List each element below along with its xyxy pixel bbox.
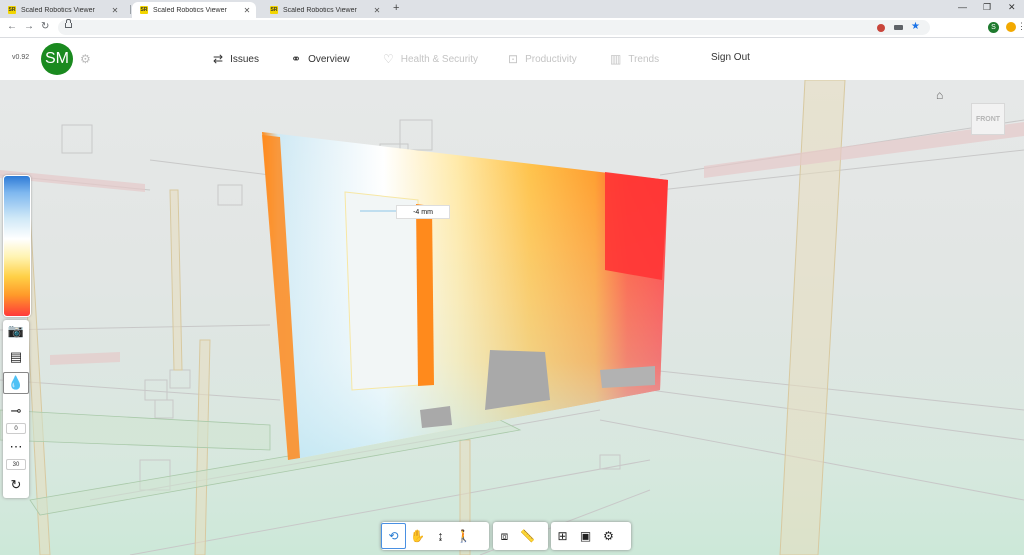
section-box-icon[interactable]: ⧈ <box>493 524 516 548</box>
navigation-toolbar: ⟲ ✋ ↨ 🚶 <box>381 522 489 550</box>
density-value[interactable]: 30 <box>6 459 26 470</box>
favicon-icon: SR <box>140 6 148 14</box>
close-window-button[interactable]: ✕ <box>1008 2 1016 13</box>
star-icon[interactable]: ★ <box>911 21 920 32</box>
forward-icon[interactable]: → <box>24 21 34 32</box>
browser-tab[interactable]: SR Scaled Robotics Viewer ✕ <box>262 2 386 18</box>
reload-icon[interactable]: ↻ <box>41 21 49 32</box>
nav-label: Issues <box>230 53 259 65</box>
address-bar[interactable]: ★ <box>58 19 930 35</box>
binoculars-icon: ⚭ <box>291 52 302 66</box>
deviation-measure-label[interactable]: -4 mm <box>396 205 450 219</box>
measure-toolbar: ⧈ 📏 <box>493 522 548 550</box>
left-toolbar: 📷 ▤ 💧 ⊸ 0 ⋯ 30 ↻ <box>3 320 29 498</box>
extension-icon[interactable] <box>1006 22 1016 32</box>
tab-title: Scaled Robotics Viewer <box>283 6 357 14</box>
camera-blocked-icon[interactable] <box>877 24 885 32</box>
version-label: v0.92 <box>12 54 30 61</box>
density-icon[interactable]: ⋯ <box>3 436 29 458</box>
trends-icon: ▥ <box>610 52 622 66</box>
nav-label: Sign Out <box>711 52 750 63</box>
point-size-value[interactable]: 0 <box>6 423 26 434</box>
nav-overview[interactable]: ⚭ Overview <box>291 52 350 66</box>
tab-title: Scaled Robotics Viewer <box>153 6 227 14</box>
scene-canvas <box>0 80 1024 555</box>
point-size-icon[interactable]: ⊸ <box>3 400 29 422</box>
issues-icon: ⇄ <box>213 52 224 66</box>
first-person-icon[interactable]: 🚶 <box>452 524 475 548</box>
browser-tab-active[interactable]: SR Scaled Robotics Viewer ✕ <box>132 2 256 18</box>
settings-toolbar: ⊞ ▣ ⚙ <box>551 522 631 550</box>
camera-icon[interactable]: 📷 <box>3 320 29 342</box>
dolly-icon[interactable]: ↨ <box>429 524 452 548</box>
model-tree-icon[interactable]: ⊞ <box>551 524 574 548</box>
profile-avatar[interactable]: S <box>988 22 999 33</box>
reset-icon[interactable]: ↻ <box>3 474 29 496</box>
ruler-icon[interactable]: 📏 <box>516 524 539 548</box>
tab-title: Scaled Robotics Viewer <box>21 6 95 14</box>
favicon-icon: SR <box>270 6 278 14</box>
productivity-icon: ⊡ <box>508 52 519 66</box>
nav-issues[interactable]: ⇄ Issues <box>213 52 259 66</box>
back-icon[interactable]: ← <box>7 21 17 32</box>
pan-hand-icon[interactable]: ✋ <box>406 524 429 548</box>
settings-gear-icon[interactable]: ⚙ <box>597 524 620 548</box>
close-tab-icon[interactable]: ✕ <box>372 6 382 15</box>
view-cube[interactable]: FRONT <box>971 103 1005 135</box>
nav-label: Trends <box>628 53 660 65</box>
deviation-toggle-icon[interactable]: 💧 <box>3 372 29 394</box>
heart-icon: ♡ <box>383 52 394 66</box>
properties-icon[interactable]: ▣ <box>574 524 597 548</box>
lock-icon <box>65 19 72 28</box>
minimize-button[interactable]: — <box>958 2 967 12</box>
app-header: v0.92 SM ⚙ ⇄ Issues ⚭ Overview ♡ Health … <box>0 38 1024 80</box>
key-icon[interactable] <box>894 25 903 30</box>
nav-health-security[interactable]: ♡ Health & Security <box>383 52 478 66</box>
close-tab-icon[interactable]: ✕ <box>242 6 252 15</box>
sign-out-link[interactable]: Sign Out <box>711 52 750 63</box>
nav-productivity[interactable]: ⊡ Productivity <box>508 52 577 66</box>
browser-tab[interactable]: SR Scaled Robotics Viewer ✕ <box>0 2 124 18</box>
browser-tab-bar: SR Scaled Robotics Viewer ✕ SR Scaled Ro… <box>0 0 1024 18</box>
browser-menu-icon[interactable]: ⋮ <box>1017 21 1024 32</box>
nav-label: Health & Security <box>400 53 479 65</box>
user-avatar[interactable]: SM <box>41 43 73 75</box>
favicon-icon: SR <box>8 6 16 14</box>
nav-label: Productivity <box>525 53 577 65</box>
nav-trends[interactable]: ▥ Trends <box>610 52 659 66</box>
maximize-button[interactable]: ❐ <box>983 2 991 13</box>
floorplan-icon[interactable]: ▤ <box>3 346 29 368</box>
home-view-icon[interactable]: ⌂ <box>936 88 943 102</box>
deviation-color-scale[interactable] <box>3 175 31 317</box>
browser-toolbar: ← → ↻ ★ <box>0 18 1024 38</box>
close-tab-icon[interactable]: ✕ <box>110 6 120 15</box>
orbit-icon[interactable]: ⟲ <box>381 523 406 549</box>
settings-gear-icon[interactable]: ⚙ <box>80 52 91 66</box>
nav-label: Overview <box>308 53 350 65</box>
new-tab-button[interactable]: + <box>393 2 399 14</box>
3d-viewer[interactable]: -4 mm ⌂ FRONT 📷 ▤ 💧 ⊸ 0 ⋯ 30 ↻ ⟲ ✋ ↨ 🚶 ⧈… <box>0 80 1024 555</box>
tab-separator <box>130 5 131 14</box>
